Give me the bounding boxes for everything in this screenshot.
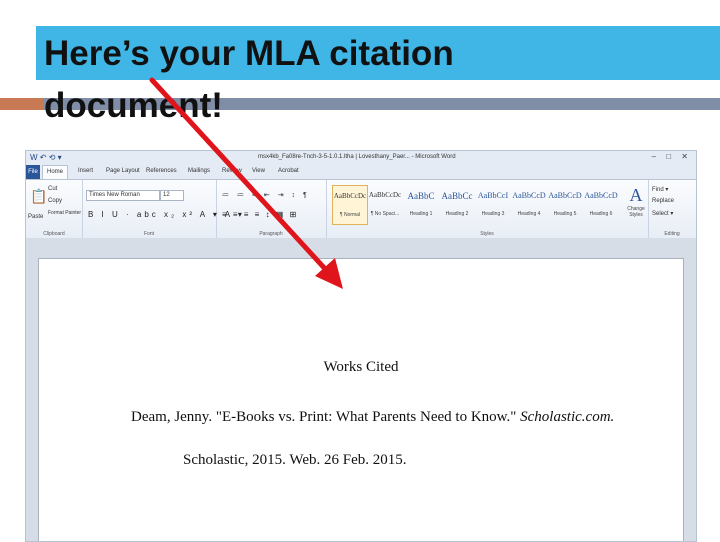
style-heading-1[interactable]: AaBbC Heading 1	[404, 185, 438, 223]
word-window: W ↶ ⟲ ▾ msx4kb_Fa08re-Tnch-3-5-1.0.1.lth…	[25, 150, 697, 542]
quick-access-toolbar[interactable]: W ↶ ⟲ ▾	[30, 153, 62, 162]
style-sample: AaBbCcD	[512, 191, 546, 200]
document-canvas: Works Cited Deam, Jenny. "E-Books vs. Pr…	[26, 238, 696, 541]
style-heading-3[interactable]: AaBbCcI Heading 3	[476, 185, 510, 223]
slide-title-line1: Here’s your MLA citation	[44, 34, 454, 73]
style-name: Heading 6	[589, 211, 613, 217]
styles-label: Styles	[480, 231, 494, 237]
tab-view[interactable]: View	[252, 168, 265, 174]
citation-container-title: Scholastic.com.	[520, 409, 615, 425]
paragraph-group: Paragraph	[216, 180, 327, 238]
style-heading-5[interactable]: AaBbCcD Heading 5	[548, 185, 582, 223]
clipboard-label: Clipboard	[43, 231, 65, 237]
paste-button[interactable]: Paste	[28, 214, 43, 220]
paste-icon[interactable]: 📋	[30, 188, 47, 205]
style-name: Heading 3	[481, 211, 505, 217]
cut-button[interactable]: Cut	[48, 186, 57, 192]
style-sample: AaBbCcI	[477, 191, 509, 200]
works-cited-heading: Works Cited	[323, 359, 399, 375]
style-normal[interactable]: AaBbCcDc ¶ Normal	[332, 185, 368, 225]
citation-line-1: Deam, Jenny. "E-Books vs. Print: What Pa…	[131, 409, 614, 426]
editing-label: Editing	[664, 231, 680, 237]
format-painter-button[interactable]: Format Painter	[48, 210, 81, 216]
tab-page-layout[interactable]: Page Layout	[106, 168, 140, 174]
style-name: Heading 4	[517, 211, 541, 217]
font-name-select[interactable]: Times New Roman	[86, 190, 160, 201]
style-heading-6[interactable]: AaBbCcD Heading 6	[584, 185, 618, 223]
paragraph-label: Paragraph	[259, 231, 283, 237]
tab-insert[interactable]: Insert	[78, 168, 93, 174]
style-name: Heading 2	[445, 211, 469, 217]
ribbon: 📋 Paste Cut Copy Format Painter Clipboar…	[26, 179, 696, 239]
decorative-bar-accent	[0, 98, 44, 110]
change-styles-icon: A	[629, 185, 643, 205]
style-heading-4[interactable]: AaBbCcD Heading 4	[512, 185, 546, 223]
citation-line-2: Scholastic, 2015. Web. 26 Feb. 2015.	[183, 452, 407, 468]
style-name: ¶ No Spaci...	[370, 211, 400, 217]
editing-group: Editing	[648, 180, 696, 238]
paragraph-list-icons[interactable]: ≔ ≔ ≡ ⇤ ⇥ ↕ ¶	[222, 191, 310, 199]
style-name: ¶ Normal	[339, 212, 361, 218]
clipboard-group: 📋 Paste Cut Copy Format Painter Clipboar…	[26, 180, 83, 238]
copy-button[interactable]: Copy	[48, 198, 62, 204]
style-sample: AaBbCcDc	[368, 191, 402, 199]
font-size-select[interactable]: 12	[160, 190, 184, 201]
document-window-title: msx4kb_Fa08re-Tnch-3-5-1.0.1.ltha | Love…	[258, 154, 456, 160]
tab-home[interactable]: Home	[42, 165, 69, 179]
change-styles-button[interactable]: A Change Styles	[624, 185, 648, 218]
style-heading-2[interactable]: AaBbCc Heading 2	[440, 185, 474, 223]
word-titlebar: W ↶ ⟲ ▾ msx4kb_Fa08re-Tnch-3-5-1.0.1.lth…	[26, 151, 696, 165]
style-no-spacing[interactable]: AaBbCcDc ¶ No Spaci...	[368, 185, 402, 223]
slide-title-line2: document!	[44, 86, 223, 125]
tab-review[interactable]: Review	[222, 168, 242, 174]
style-name: Heading 1	[409, 211, 433, 217]
window-controls[interactable]: – □ ✕	[652, 152, 692, 161]
font-group: Font	[82, 180, 217, 238]
change-styles-label: Change Styles	[627, 206, 645, 218]
tab-mailings[interactable]: Mailings	[188, 168, 210, 174]
citation-text: Deam, Jenny. "E-Books vs. Print: What Pa…	[131, 409, 521, 425]
ribbon-tabs: File Home Insert Page Layout References …	[26, 165, 696, 179]
style-sample: AaBbCcDc	[333, 192, 367, 200]
font-label: Font	[143, 231, 154, 237]
document-page[interactable]: Works Cited Deam, Jenny. "E-Books vs. Pr…	[38, 258, 684, 541]
style-sample: AaBbCcD	[548, 191, 582, 200]
style-sample: AaBbCc	[441, 191, 473, 201]
style-name: Heading 5	[553, 211, 577, 217]
tab-references[interactable]: References	[146, 168, 177, 174]
style-sample: AaBbCcD	[584, 191, 618, 200]
tab-file[interactable]: File	[26, 165, 40, 179]
paragraph-align-icons[interactable]: ≡ ≡ ≡ ≡ ↕ ▦ ⊞	[222, 210, 298, 219]
style-sample: AaBbC	[407, 191, 435, 201]
tab-acrobat[interactable]: Acrobat	[278, 168, 299, 174]
